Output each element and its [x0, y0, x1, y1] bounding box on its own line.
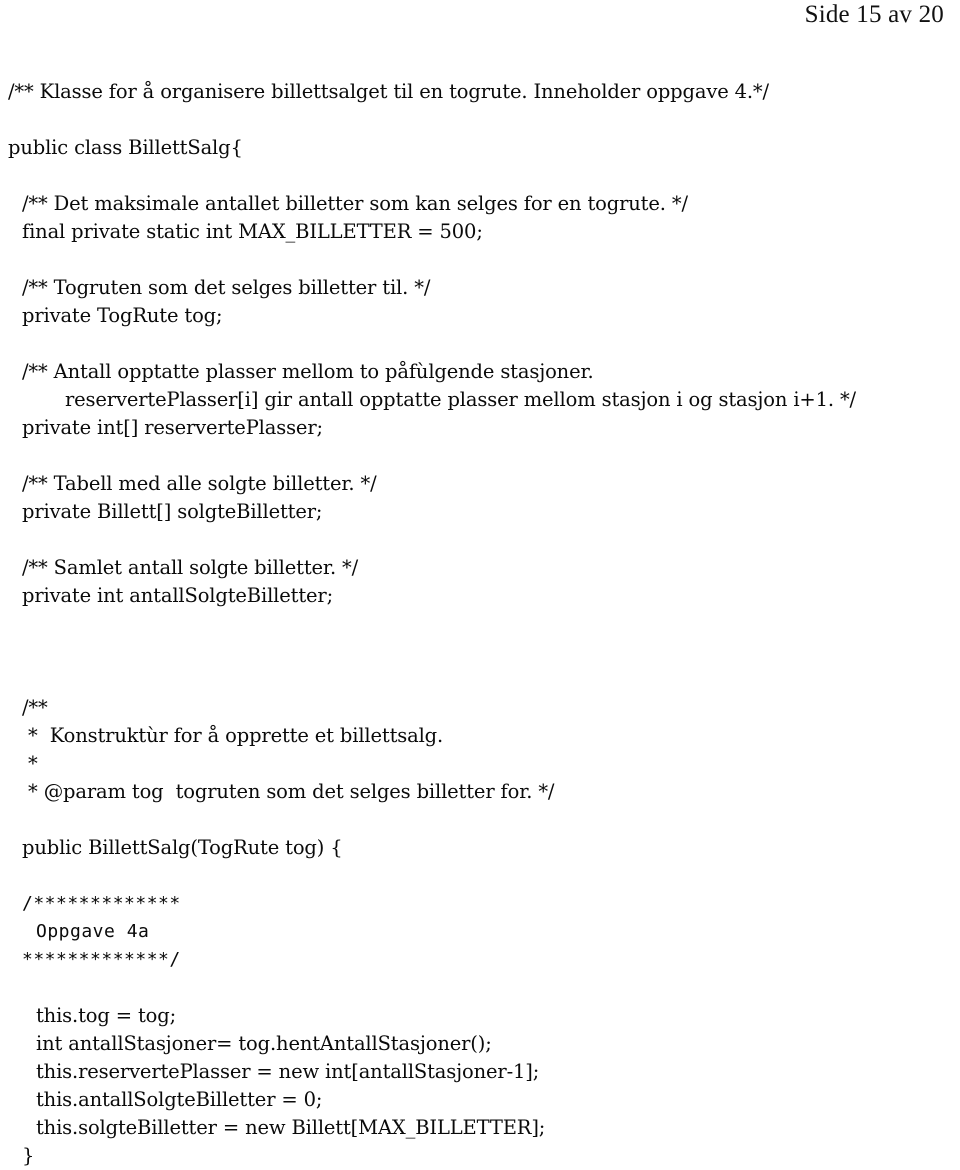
- code-line: *************/: [22, 949, 181, 970]
- code-line: *: [22, 752, 38, 775]
- code-line: this.solgteBilletter = new Billett[MAX_B…: [36, 1116, 546, 1139]
- code-line: public BillettSalg(TogRute tog) {: [22, 836, 343, 859]
- code-line: /** Klasse for å organisere billettsalge…: [8, 80, 769, 103]
- code-line: /** Det maksimale antallet billetter som…: [22, 192, 688, 215]
- code-line: * Konstruktùr for å opprette et billetts…: [22, 724, 444, 747]
- code-listing: /** Klasse for å organisere billettsalge…: [0, 78, 960, 1170]
- code-line: private Billett[] solgteBilletter;: [22, 500, 323, 523]
- code-line: private int antallSolgteBilletter;: [22, 584, 333, 607]
- code-line: this.tog = tog;: [36, 1004, 177, 1027]
- code-line: /** Tabell med alle solgte billetter. */: [22, 472, 377, 495]
- code-line: /**: [22, 696, 48, 719]
- document-page: { "page": { "header": "Side 15 av 20", "…: [0, 0, 960, 1167]
- code-line: /** Antall opptatte plasser mellom to på…: [22, 360, 594, 383]
- code-line: /** Togruten som det selges billetter ti…: [22, 276, 431, 299]
- code-line: reservertePlasser[i] gir antall opptatte…: [65, 388, 856, 411]
- code-line: Oppgave 4a: [36, 921, 150, 942]
- code-line: /*************: [22, 893, 181, 914]
- code-line: * @param tog togruten som det selges bil…: [22, 780, 555, 803]
- page-header: Side 15 av 20: [804, 1, 944, 28]
- code-line: this.antallSolgteBilletter = 0;: [36, 1088, 323, 1111]
- code-line: public class BillettSalg{: [8, 136, 243, 159]
- code-line: int antallStasjoner= tog.hentAntallStasj…: [36, 1032, 492, 1055]
- code-line: private TogRute tog;: [22, 304, 223, 327]
- code-line: final private static int MAX_BILLETTER =…: [22, 220, 483, 243]
- code-line: /** Samlet antall solgte billetter. */: [22, 556, 359, 579]
- code-line: this.reservertePlasser = new int[antallS…: [36, 1060, 540, 1083]
- code-line: }: [22, 1144, 35, 1167]
- code-line: private int[] reservertePlasser;: [22, 416, 323, 439]
